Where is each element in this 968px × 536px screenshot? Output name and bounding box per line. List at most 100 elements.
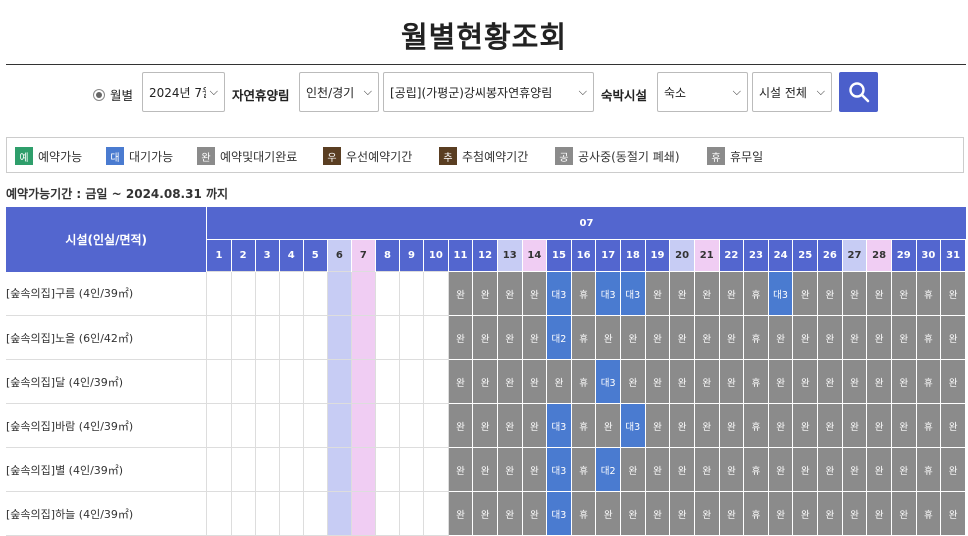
day-header: 10 xyxy=(423,239,449,272)
day-cell xyxy=(326,447,352,492)
day-cell: 완 xyxy=(669,315,695,360)
facility-select[interactable]: 시설 전체 ⌵ xyxy=(752,72,832,112)
day-cell xyxy=(350,491,376,536)
day-header: 24 xyxy=(768,239,794,272)
search-button[interactable] xyxy=(839,72,878,112)
day-cell: 완 xyxy=(496,447,523,492)
day-cell: 완 xyxy=(890,447,917,492)
day-cell: 휴 xyxy=(743,359,769,404)
day-cell: 완 xyxy=(792,491,819,536)
day-cell xyxy=(398,315,425,360)
day-cell xyxy=(423,271,449,316)
day-header: 23 xyxy=(743,239,769,272)
facility-name[interactable]: [숲속의집]구름 (4인/39㎡) xyxy=(6,271,208,316)
day-header: 28 xyxy=(866,239,892,272)
day-cell xyxy=(254,491,280,536)
facility-name[interactable]: [숲속의집]노을 (6인/42㎡) xyxy=(6,315,208,360)
day-cell xyxy=(423,491,449,536)
day-cell xyxy=(374,403,400,448)
day-cell[interactable]: 대3 xyxy=(546,403,572,448)
monthly-radio[interactable]: 월별 xyxy=(93,85,133,104)
day-cell: 완 xyxy=(447,491,474,536)
day-cell xyxy=(206,447,232,492)
day-cell: 완 xyxy=(940,315,966,360)
day-cell xyxy=(302,271,328,316)
filter-bar: 월별 2024년 7월⌵ 자연휴양림 인천/경기⌵ [공립](가평군)강씨봉자연… xyxy=(0,72,968,114)
day-cell: 완 xyxy=(644,447,671,492)
day-cell xyxy=(374,491,400,536)
day-cell: 휴 xyxy=(570,359,597,404)
lodging-type-select[interactable]: 숙소 ⌵ xyxy=(657,72,748,112)
day-cell xyxy=(326,359,352,404)
title-divider xyxy=(6,64,966,65)
legend-item: 완 예약및대기완료 xyxy=(197,147,297,165)
day-cell xyxy=(278,271,304,316)
reservation-period: 예약가능기간 : 금일 ~ 2024.08.31 까지 xyxy=(6,187,229,201)
day-cell: 완 xyxy=(940,491,966,536)
legend-badge: 예 xyxy=(15,147,33,165)
chevron-down-icon: ⌵ xyxy=(732,85,741,98)
day-cell: 완 xyxy=(866,447,892,492)
day-cell: 완 xyxy=(767,447,794,492)
day-cell: 휴 xyxy=(570,271,597,316)
day-cell: 완 xyxy=(595,403,622,448)
day-cell: 완 xyxy=(496,315,523,360)
legend-badge: 공 xyxy=(555,147,573,165)
day-cell xyxy=(254,315,280,360)
day-cell: 완 xyxy=(669,359,695,404)
region-select[interactable]: 인천/경기 ⌵ xyxy=(299,72,379,112)
day-cell: 휴 xyxy=(570,491,597,536)
day-cell[interactable]: 대3 xyxy=(620,271,646,316)
day-cell xyxy=(230,491,256,536)
day-cell: 휴 xyxy=(570,315,597,360)
day-cell[interactable]: 대2 xyxy=(595,447,622,492)
facility-name[interactable]: [숲속의집]하늘 (4인/39㎡) xyxy=(6,491,208,536)
day-cell: 완 xyxy=(718,359,745,404)
day-cell: 완 xyxy=(669,403,695,448)
day-cell xyxy=(326,271,352,316)
facility-name[interactable]: [숲속의집]별 (4인/39㎡) xyxy=(6,447,208,492)
day-cell xyxy=(374,271,400,316)
day-header: 6 xyxy=(327,239,352,272)
day-cell xyxy=(398,491,425,536)
day-cell xyxy=(230,315,256,360)
day-cell xyxy=(350,271,376,316)
day-cell: 완 xyxy=(890,491,917,536)
day-cell: 휴 xyxy=(915,359,942,404)
day-cell[interactable]: 대3 xyxy=(546,447,572,492)
monthly-radio-label: 월별 xyxy=(110,88,134,103)
month-select[interactable]: 2024년 7월⌵ xyxy=(142,72,225,112)
day-cell: 완 xyxy=(447,447,474,492)
day-cell: 휴 xyxy=(570,447,597,492)
facility-name[interactable]: [숲속의집]달 (4인/39㎡) xyxy=(6,359,208,404)
day-cell: 완 xyxy=(496,359,523,404)
day-cell xyxy=(254,447,280,492)
day-cell: 완 xyxy=(940,447,966,492)
day-cell: 완 xyxy=(890,271,917,316)
day-cell xyxy=(398,359,425,404)
day-cell: 완 xyxy=(792,359,819,404)
day-cell xyxy=(398,447,425,492)
day-header: 20 xyxy=(669,239,695,272)
day-cell[interactable]: 대2 xyxy=(546,315,572,360)
legend-badge: 완 xyxy=(197,147,215,165)
day-cell: 완 xyxy=(866,403,892,448)
day-cell[interactable]: 대3 xyxy=(620,403,646,448)
day-cell[interactable]: 대3 xyxy=(595,359,622,404)
day-cell: 완 xyxy=(620,491,646,536)
day-cell[interactable]: 대3 xyxy=(767,271,794,316)
forest-select[interactable]: [공립](가평군)강씨봉자연휴양림 ⌵ xyxy=(383,72,594,112)
day-header: 16 xyxy=(571,239,597,272)
day-cell: 완 xyxy=(546,359,572,404)
day-cell[interactable]: 대3 xyxy=(546,271,572,316)
day-cell: 완 xyxy=(817,359,843,404)
day-cell[interactable]: 대3 xyxy=(546,491,572,536)
day-cell: 완 xyxy=(595,491,622,536)
facility-name[interactable]: [숲속의집]바람 (4인/39㎡) xyxy=(6,403,208,448)
day-cell: 휴 xyxy=(743,447,769,492)
day-cell xyxy=(398,403,425,448)
chevron-down-icon: ⌵ xyxy=(578,85,587,98)
legend-item: 예 예약가능 xyxy=(15,147,82,165)
day-cell xyxy=(254,271,280,316)
day-cell[interactable]: 대3 xyxy=(595,271,622,316)
